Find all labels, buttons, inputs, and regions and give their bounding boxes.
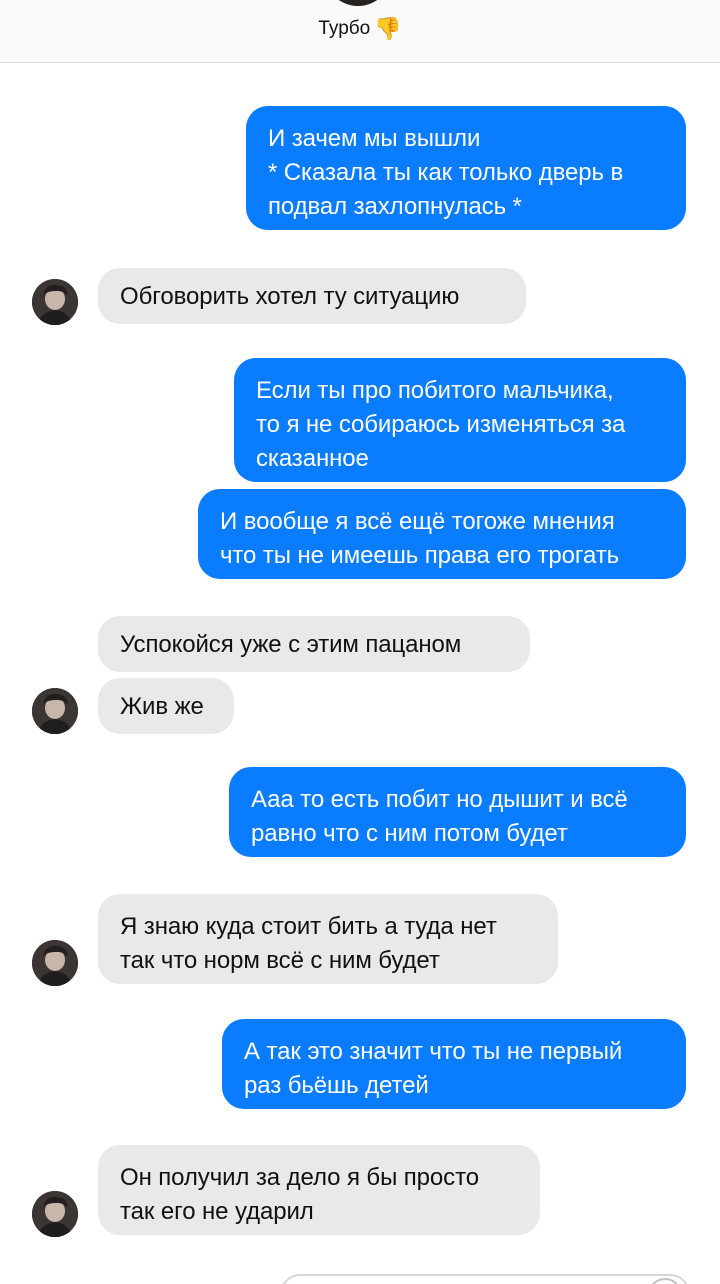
message-sent[interactable]: И зачем мы вышли * Сказала ты как только… [246,106,686,230]
message-received[interactable]: Жив же [98,678,234,734]
message-received[interactable]: Я знаю куда стоит бить а туда нет так чт… [98,894,558,984]
message-received[interactable]: Обговорить хотел ту ситуацию [98,268,526,324]
message-sent[interactable]: И вообще я всё ещё тогоже мнения что ты … [198,489,686,579]
chat-screen: Турбо 👎 И зачем мы вышли * Сказала ты как… [0,0,720,1284]
message-received[interactable]: Он получил за дело я бы просто так его н… [98,1145,540,1235]
message-sent[interactable]: Если ты про побитого мальчика, то я не с… [234,358,686,482]
message-sent[interactable]: А так это значит что ты не первый раз бь… [222,1019,686,1109]
sender-avatar[interactable] [32,1191,78,1237]
contact-name: Турбо [318,18,371,39]
sender-avatar[interactable] [32,279,78,325]
message-received[interactable]: Успокойся уже с этим пацаном [98,616,530,672]
header-contact-avatar[interactable] [324,0,392,6]
message-sent[interactable]: Ааа то есть побит но дышит и всё равно ч… [229,767,686,857]
sender-avatar[interactable] [32,940,78,986]
message-input[interactable] [280,1274,690,1284]
sender-avatar[interactable] [32,688,78,734]
thumbs-down-icon: 👎 [374,16,402,41]
chat-header: Турбо 👎 [0,0,720,63]
contact-title[interactable]: Турбо 👎 [0,14,720,44]
